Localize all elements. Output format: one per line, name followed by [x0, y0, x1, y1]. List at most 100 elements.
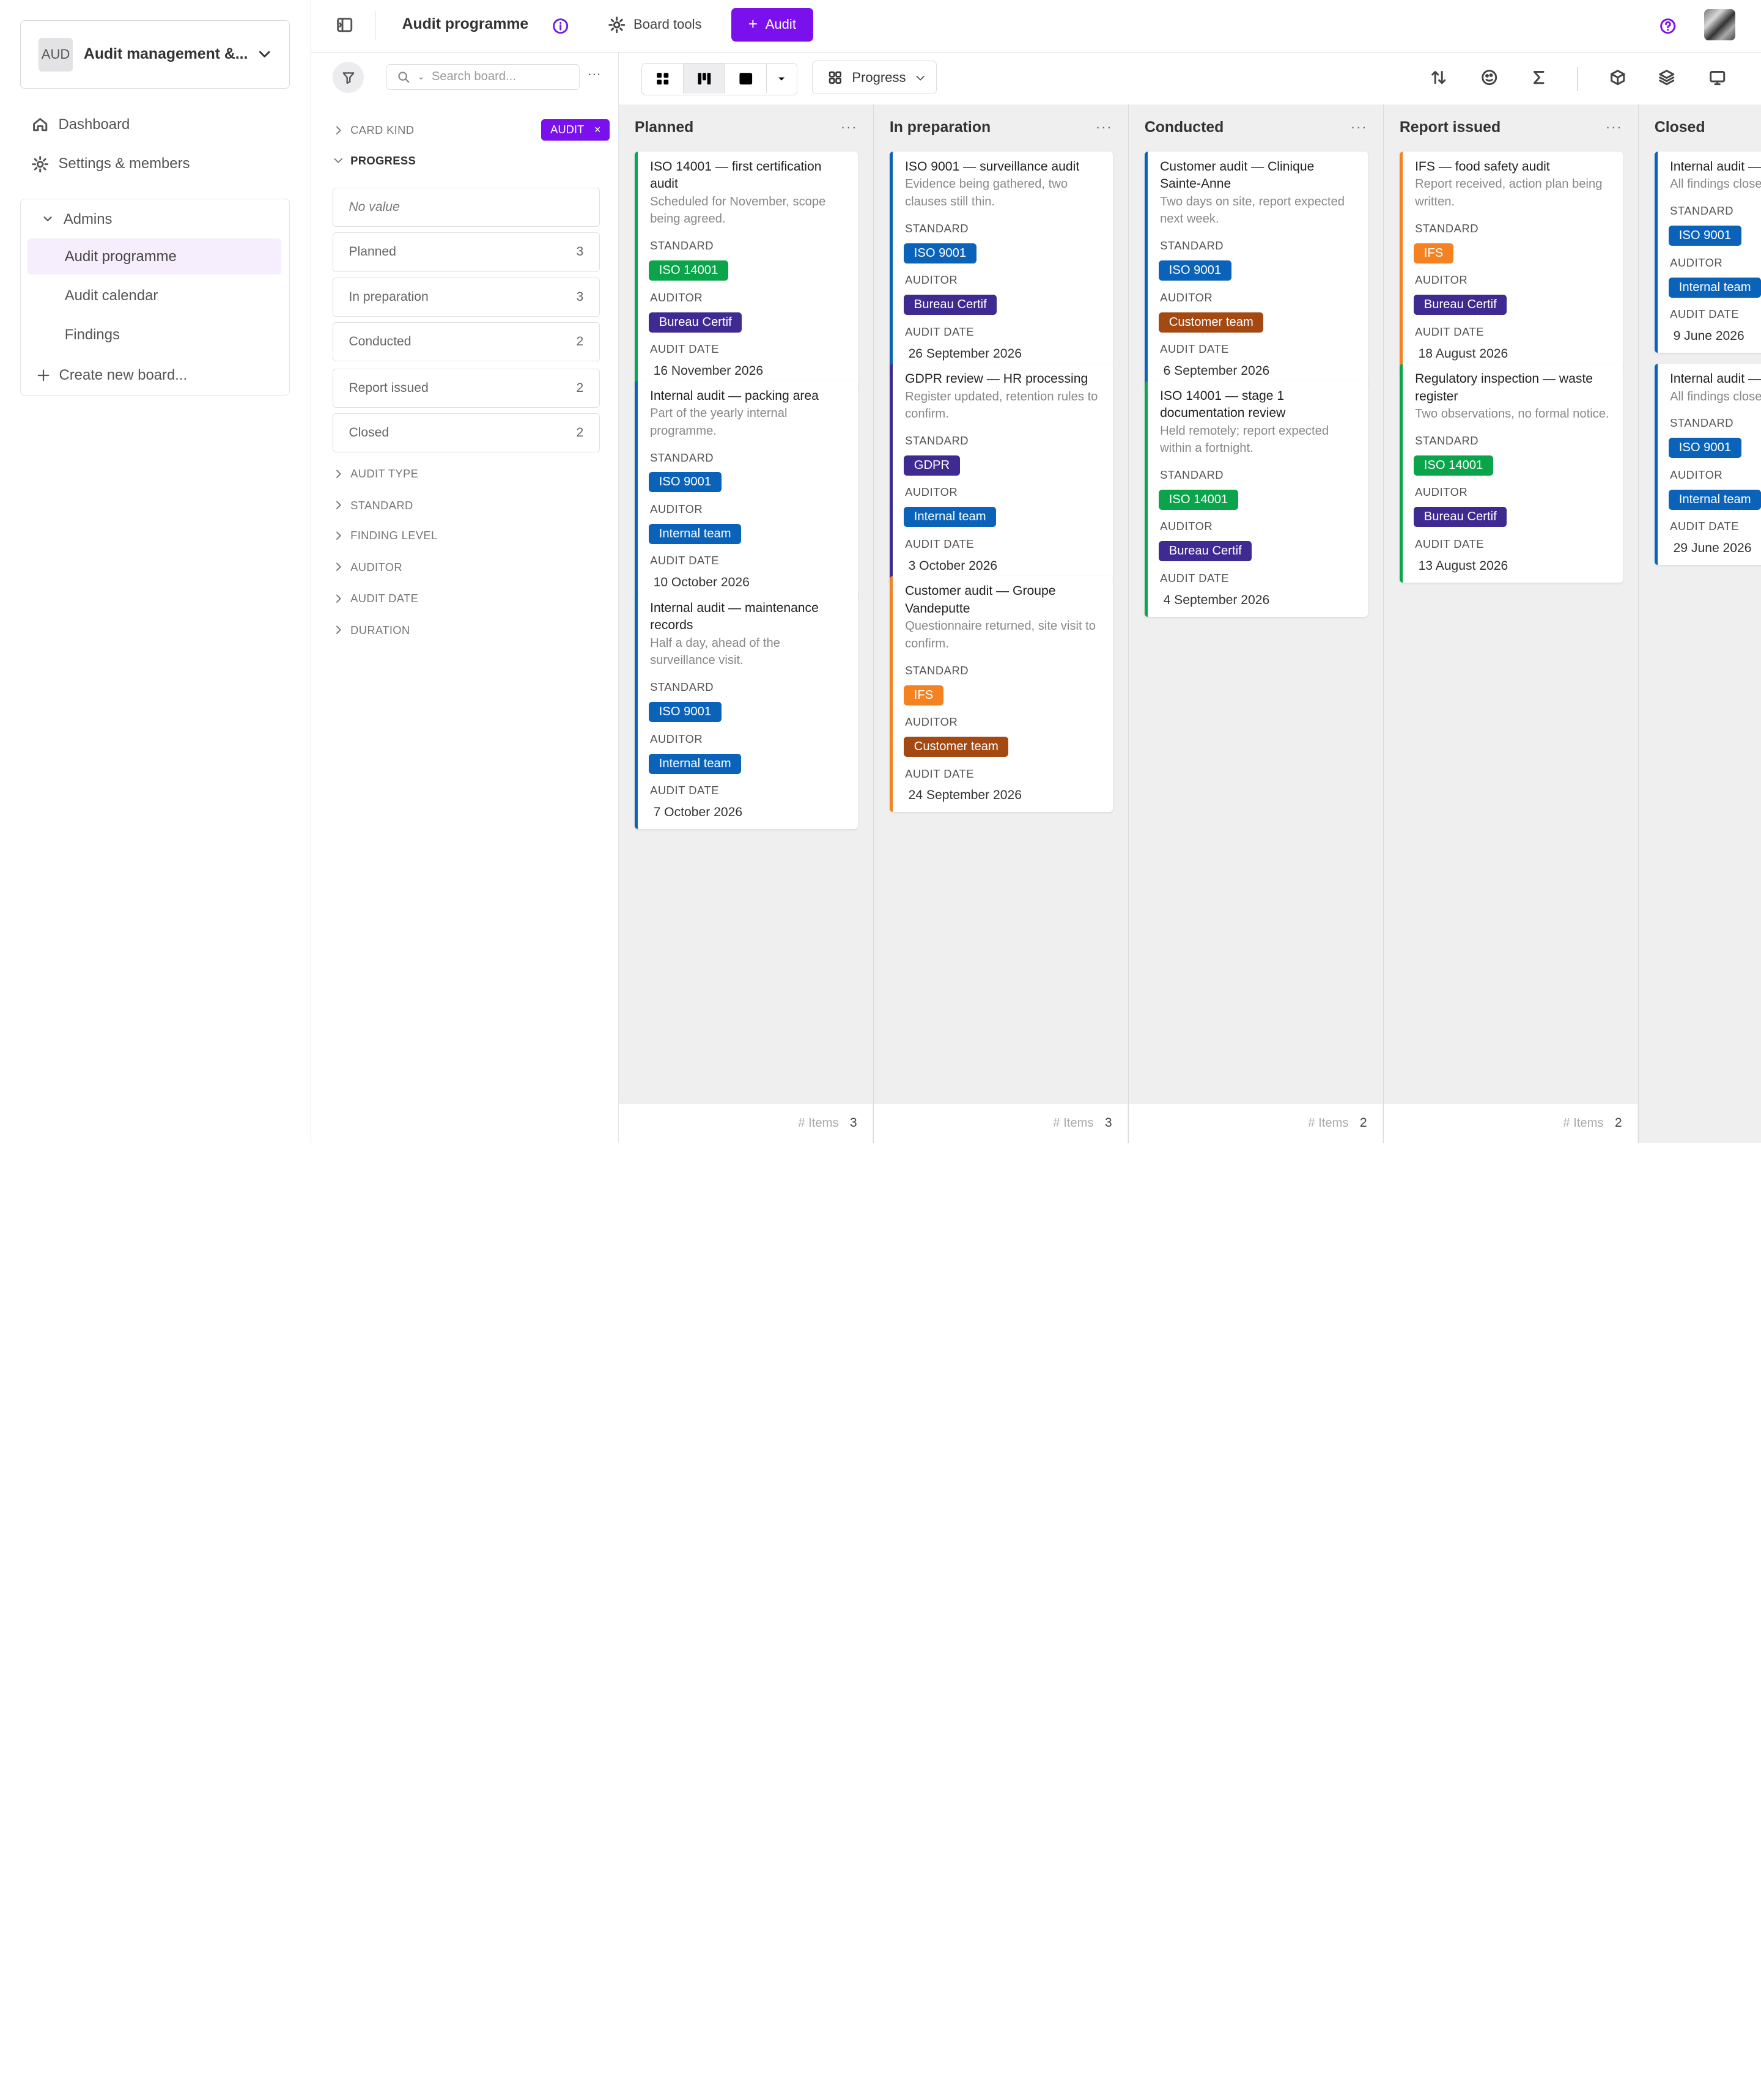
audit-date: 9 June 2026 — [1673, 329, 1744, 344]
audit-card[interactable]: ISO 9001 — surveillance audit Evidence b… — [889, 151, 1113, 370]
column-title: Closed — [1654, 119, 1705, 136]
filter-section-standard[interactable]: STANDARD — [333, 499, 413, 512]
new-audit-button[interactable]: + Audit — [731, 7, 813, 42]
filter-section-label: DURATION — [350, 623, 410, 636]
audit-card[interactable]: ISO 14001 — first certification audit Sc… — [634, 151, 858, 388]
standard-tag: ISO 9001 — [649, 472, 722, 493]
more-icon[interactable]: ··· — [1096, 119, 1113, 135]
nav-dashboard[interactable]: Dashboard — [31, 116, 130, 133]
more-icon[interactable]: ··· — [1606, 119, 1623, 135]
filter-option-count: 3 — [576, 289, 584, 304]
card-description: Register updated, retention rules to con… — [905, 389, 1098, 421]
filter-option[interactable]: Report issued 2 — [332, 368, 600, 408]
field-label: STANDARD — [1670, 416, 1734, 430]
board-link-audit-calendar[interactable]: Audit calendar — [28, 278, 281, 314]
filter-option[interactable]: Conducted 2 — [332, 322, 600, 362]
create-board-label: Create new board... — [59, 366, 188, 383]
audit-date: 24 September 2026 — [908, 788, 1022, 803]
audit-card[interactable]: Internal audit — control All findings cl… — [1654, 364, 1761, 566]
filter-section-progress[interactable]: PROGRESS — [333, 154, 416, 168]
create-board-button[interactable]: Create new board... — [37, 367, 187, 384]
chevron-down-icon[interactable] — [767, 64, 796, 94]
filter-section-label: AUDIT DATE — [350, 592, 419, 605]
sidebar-toggle-icon[interactable] — [336, 16, 353, 34]
card-description: Half a day, ahead of the surveillance vi… — [650, 636, 780, 668]
audit-card[interactable]: Internal audit — inspection All findings… — [1654, 151, 1761, 353]
filter-panel: ⌄ Search board... ··· CARD KIND AUDIT × … — [311, 53, 619, 1144]
standard-tag: ISO 14001 — [1159, 489, 1238, 510]
filter-option-count: 3 — [576, 245, 584, 259]
help-icon[interactable] — [1659, 17, 1677, 35]
auditor-tag: Internal team — [649, 753, 742, 774]
filter-icon[interactable] — [332, 62, 364, 94]
card-title: Internal audit — maintenance records — [650, 600, 819, 633]
field-label: AUDIT DATE — [905, 325, 975, 338]
filter-option[interactable]: Closed 2 — [332, 413, 600, 453]
filter-section-duration[interactable]: DURATION — [333, 624, 410, 637]
items-label: # Items — [1563, 1116, 1604, 1130]
sort-icon[interactable] — [1430, 68, 1447, 86]
board-tools-button[interactable]: Board tools — [608, 16, 701, 34]
column-title: Report issued — [1399, 119, 1501, 136]
user-avatar[interactable] — [1704, 9, 1736, 41]
board-link-findings[interactable]: Findings — [28, 317, 281, 353]
kanban-view-icon[interactable] — [683, 63, 725, 94]
more-icon[interactable]: ··· — [588, 66, 601, 82]
column-footer: # Items 2 — [1384, 1102, 1638, 1144]
field-label: AUDIT DATE — [1670, 308, 1740, 321]
audit-card[interactable]: Internal audit — packing area Part of th… — [634, 380, 858, 600]
board-group-header[interactable]: Admins — [41, 211, 112, 228]
sum-icon[interactable] — [1530, 68, 1548, 86]
chevron-right-icon — [333, 530, 344, 541]
audit-card[interactable]: GDPR review — HR processing Register upd… — [889, 364, 1113, 583]
monitor-icon[interactable] — [1708, 68, 1726, 86]
card-title: Customer audit — Clinique Sainte-Anne — [1160, 159, 1315, 191]
filter-option[interactable]: In preparation 3 — [332, 277, 600, 317]
audit-card[interactable]: IFS — food safety audit Report received,… — [1399, 151, 1623, 370]
table-view-icon[interactable] — [725, 63, 767, 94]
search-board-input[interactable]: ⌄ Search board... — [386, 64, 580, 90]
filter-option[interactable]: No value — [332, 187, 600, 227]
grid-view-icon[interactable] — [642, 63, 684, 94]
audit-date: 18 August 2026 — [1418, 346, 1508, 361]
auditor-tag: Bureau Certif — [1414, 507, 1507, 528]
filter-section-card-kind[interactable]: CARD KIND — [333, 123, 415, 137]
field-label: AUDIT DATE — [1670, 520, 1740, 533]
nav-settings[interactable]: Settings & members — [31, 155, 190, 173]
filter-section-audit-type[interactable]: AUDIT TYPE — [333, 467, 419, 481]
column-title: Planned — [634, 119, 694, 136]
palette-icon[interactable] — [1480, 68, 1498, 86]
auditor-tag: Bureau Certif — [1414, 295, 1507, 315]
chevron-down-icon — [256, 45, 273, 63]
more-icon[interactable]: ··· — [841, 119, 858, 135]
audit-date: 7 October 2026 — [653, 805, 743, 820]
audit-card[interactable]: ISO 14001 — stage 1 documentation review… — [1144, 380, 1368, 617]
audit-card[interactable]: Customer audit — Clinique Sainte-Anne Tw… — [1144, 151, 1368, 388]
filter-option[interactable]: Planned 3 — [332, 232, 600, 272]
board-link-audit-programme[interactable]: Audit programme — [28, 238, 282, 275]
column-title: Conducted — [1144, 119, 1224, 136]
field-label: STANDARD — [905, 433, 969, 447]
audit-card[interactable]: Internal audit — maintenance records Hal… — [634, 592, 858, 829]
workspace-switcher[interactable]: AUD Audit management &... — [20, 20, 290, 89]
close-icon[interactable]: × — [594, 123, 601, 136]
kanban-column: Closed Internal audit — inspection All f… — [1639, 105, 1761, 1143]
info-icon[interactable] — [552, 17, 569, 35]
cube-icon[interactable] — [1609, 68, 1626, 86]
layers-icon[interactable] — [1658, 68, 1675, 86]
filter-section-finding-level[interactable]: FINDING LEVEL — [333, 529, 438, 542]
more-icon[interactable]: ··· — [1351, 119, 1368, 135]
audit-card[interactable]: Customer audit — Groupe Vandeputte Quest… — [889, 576, 1113, 812]
auditor-tag: Bureau Certif — [649, 312, 742, 333]
column-title: In preparation — [889, 119, 991, 136]
card-kind-chip[interactable]: AUDIT × — [541, 119, 610, 141]
field-label: AUDITOR — [1415, 273, 1468, 287]
audit-card[interactable]: Regulatory inspection — waste register T… — [1399, 364, 1623, 583]
filter-section-auditor[interactable]: AUDITOR — [333, 561, 402, 574]
filter-section-label: CARD KIND — [350, 123, 415, 137]
field-label: AUDITOR — [905, 715, 958, 729]
group-by-dropdown[interactable]: Progress — [812, 61, 937, 95]
filter-section-audit-date[interactable]: AUDIT DATE — [333, 592, 419, 605]
field-label: STANDARD — [905, 221, 969, 235]
audit-date: 13 August 2026 — [1418, 558, 1508, 573]
